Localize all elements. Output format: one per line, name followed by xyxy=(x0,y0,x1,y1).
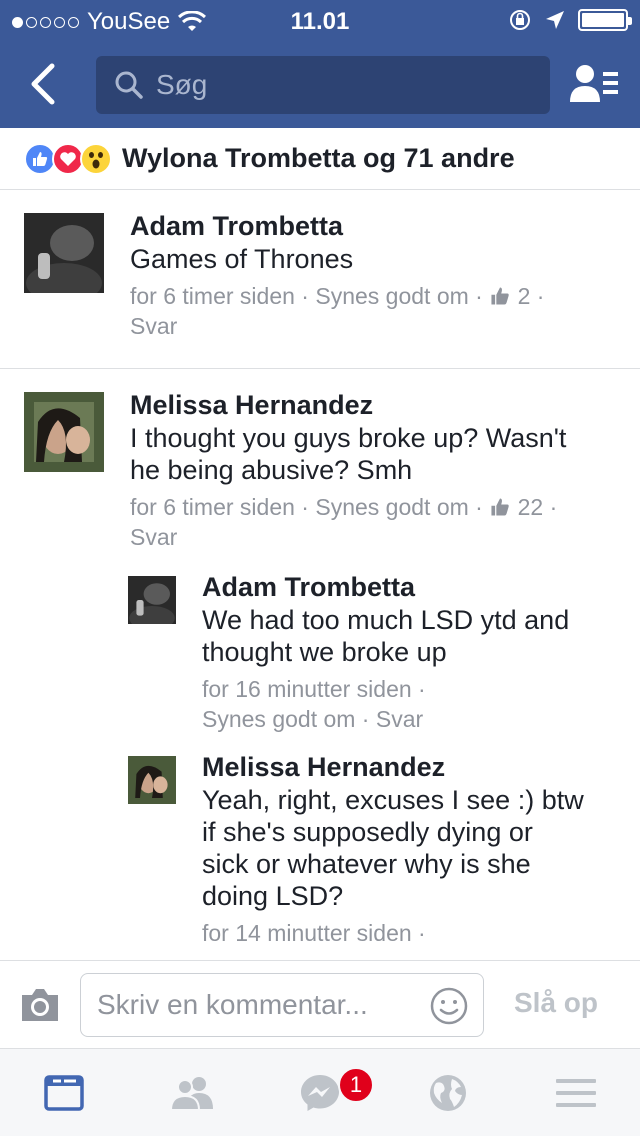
menu-icon xyxy=(556,1079,596,1107)
comment-input-box[interactable] xyxy=(80,973,484,1037)
like-link[interactable]: Synes godt om xyxy=(315,494,468,520)
friends-icon xyxy=(169,1077,213,1111)
reply-text-line: if she's supposedly dying or xyxy=(202,817,533,847)
like-link[interactable]: Synes godt om xyxy=(202,706,355,732)
messenger-icon xyxy=(301,1075,339,1111)
reply-body: Melissa Hernandez Yeah, right, excuses I… xyxy=(202,750,622,948)
tab-news-feed[interactable] xyxy=(0,1049,128,1136)
comment-body: Melissa Hernandez I thought you guys bro… xyxy=(130,388,620,552)
search-icon xyxy=(115,71,143,99)
search-bar[interactable] xyxy=(96,56,550,114)
avatar[interactable] xyxy=(24,392,104,472)
comment: Adam Trombetta Games of Thrones for 6 ti… xyxy=(0,191,640,369)
post-button[interactable]: Slå op xyxy=(514,987,598,1019)
back-chevron-icon[interactable] xyxy=(24,62,64,106)
like-count[interactable]: 22 xyxy=(518,494,544,520)
tab-menu[interactable] xyxy=(512,1049,640,1136)
reply-author[interactable]: Melissa Hernandez xyxy=(202,750,622,784)
reply-text-line: sick or whatever why is she xyxy=(202,849,531,879)
location-arrow-icon xyxy=(546,11,564,29)
reply-link[interactable]: Svar xyxy=(130,313,177,339)
nav-bar xyxy=(0,40,640,128)
like-link[interactable]: Synes godt om xyxy=(315,283,468,309)
reply-body: Adam Trombetta We had too much LSD ytd a… xyxy=(202,570,622,734)
wow-icon xyxy=(80,142,112,175)
comment-time[interactable]: for 6 timer siden xyxy=(130,283,295,309)
reply-text-line: Yeah, right, excuses I see :) btw xyxy=(202,785,584,815)
notifications-globe-icon xyxy=(430,1075,466,1111)
comment-time[interactable]: for 6 timer siden xyxy=(130,494,295,520)
reaction-icons xyxy=(24,142,112,175)
reply-time[interactable]: for 14 minutter siden xyxy=(202,920,412,946)
reply-avatar[interactable] xyxy=(128,576,176,624)
like-count-icon xyxy=(491,287,509,305)
comment-composer: Slå op xyxy=(0,960,640,1048)
reply-text-line: thought we broke up xyxy=(202,637,447,667)
tab-bar: 1 xyxy=(0,1048,640,1136)
reactions-summary-text[interactable]: Wylona Trombetta og 71 andre xyxy=(122,143,515,174)
status-bar: YouSee 11.01 xyxy=(0,0,640,40)
status-right xyxy=(508,8,632,32)
tab-notifications[interactable] xyxy=(384,1049,512,1136)
like-count[interactable]: 2 xyxy=(518,283,531,309)
reply-avatar[interactable] xyxy=(128,756,176,804)
top-bar: YouSee 11.01 xyxy=(0,0,640,128)
comment-text-line: I thought you guys broke up? Wasn't xyxy=(130,423,567,453)
comment-body: Adam Trombetta Games of Thrones for 6 ti… xyxy=(130,209,620,341)
reply-text-line: We had too much LSD ytd and xyxy=(202,605,570,635)
battery-icon xyxy=(578,9,632,31)
like-count-icon xyxy=(491,498,509,516)
comment: Melissa Hernandez I thought you guys bro… xyxy=(0,370,640,960)
comment-text-line: he being abusive? Smh xyxy=(130,455,413,485)
comment-author[interactable]: Melissa Hernandez xyxy=(130,388,620,422)
comment-meta: for 6 timer siden · Synes godt om · 2 · … xyxy=(130,283,545,339)
tab-friends[interactable] xyxy=(128,1049,256,1136)
reply-author[interactable]: Adam Trombetta xyxy=(202,570,622,604)
rotation-lock-icon xyxy=(510,10,530,30)
news-feed-icon xyxy=(44,1075,84,1111)
comment-author[interactable]: Adam Trombetta xyxy=(130,209,620,243)
camera-icon[interactable] xyxy=(18,987,62,1023)
friend-requests-icon[interactable] xyxy=(570,62,620,106)
reply-link[interactable]: Svar xyxy=(130,524,177,550)
comment-meta: for 6 timer siden · Synes godt om · 22 ·… xyxy=(130,494,558,550)
reply-text-line: doing LSD? xyxy=(202,881,344,911)
sticker-smiley-icon[interactable] xyxy=(429,986,469,1026)
comment-input[interactable] xyxy=(97,989,417,1021)
reply-time[interactable]: for 16 minutter siden xyxy=(202,676,412,702)
messenger-badge: 1 xyxy=(338,1067,374,1103)
reply-link[interactable]: Svar xyxy=(376,706,423,732)
reply-meta: for 16 minutter siden · Synes godt om · … xyxy=(202,676,426,732)
comment-text: Games of Thrones xyxy=(130,244,354,274)
reactions-summary[interactable]: Wylona Trombetta og 71 andre xyxy=(0,128,640,190)
avatar[interactable] xyxy=(24,213,104,293)
search-input[interactable] xyxy=(156,69,536,101)
reply-meta: for 14 minutter siden · xyxy=(202,920,426,946)
